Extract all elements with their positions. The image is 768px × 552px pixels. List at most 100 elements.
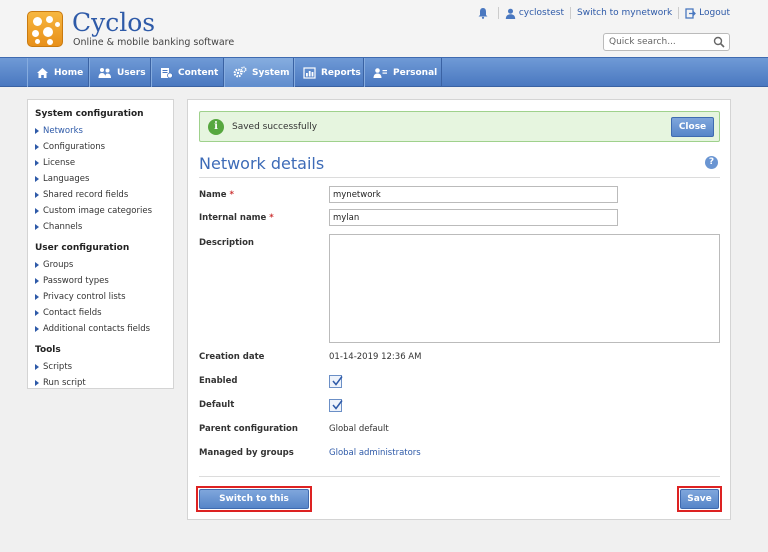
sidebar-item-channels[interactable]: Channels xyxy=(35,219,166,235)
internal-name-label: Internal name * xyxy=(199,213,274,223)
arrow-right-icon xyxy=(35,380,39,386)
sidebar-item-label: License xyxy=(43,158,76,168)
sidebar-item-run-script[interactable]: Run script xyxy=(35,375,166,391)
sidebar-item-configurations[interactable]: Configurations xyxy=(35,139,166,155)
logout-icon xyxy=(685,7,697,19)
sidebar-item-label: Shared record fields xyxy=(43,190,129,200)
arrow-right-icon xyxy=(35,208,39,214)
nav-reports[interactable]: Reports xyxy=(294,58,364,87)
arrow-right-icon xyxy=(35,176,39,182)
user-icon xyxy=(505,8,516,19)
sidebar-item-custom-image-categories[interactable]: Custom image categories xyxy=(35,203,166,219)
sidebar-item-label: Groups xyxy=(43,260,74,270)
sidebar-item-label: Password types xyxy=(43,276,109,286)
sidebar-item-label: Languages xyxy=(43,174,90,184)
main-nav: Home Users Content System Reports Person… xyxy=(0,57,768,87)
app-title: Cyclos xyxy=(72,8,156,37)
sidebar-item-label: Channels xyxy=(43,222,83,232)
arrow-right-icon xyxy=(35,278,39,284)
creation-date-value: 01-14-2019 12:36 AM xyxy=(329,352,422,362)
help-icon[interactable]: ? xyxy=(705,156,718,169)
logout-link[interactable]: Logout xyxy=(685,7,730,19)
default-checkbox[interactable] xyxy=(329,399,343,412)
sidebar-item-label: Networks xyxy=(43,126,83,136)
nav-users-label: Users xyxy=(117,67,146,78)
nav-personal-label: Personal xyxy=(393,67,438,78)
sidebar-item-contact-fields[interactable]: Contact fields xyxy=(35,305,166,321)
nav-personal[interactable]: Personal xyxy=(364,58,442,87)
parent-configuration-label: Parent configuration xyxy=(199,424,298,434)
sidebar-item-label: Contact fields xyxy=(43,308,102,318)
nav-reports-label: Reports xyxy=(321,67,361,78)
header: Cyclos Online & mobile banking software … xyxy=(0,0,768,57)
close-button[interactable]: Close xyxy=(671,117,714,137)
description-label: Description xyxy=(199,238,254,248)
sidebar-item-label: Privacy control lists xyxy=(43,292,126,302)
sidebar-item-password-types[interactable]: Password types xyxy=(35,273,166,289)
sidebar-item-privacy-control-lists[interactable]: Privacy control lists xyxy=(35,289,166,305)
name-field[interactable] xyxy=(329,186,618,203)
switch-network-link[interactable]: Switch to mynetwork xyxy=(577,8,672,18)
checkmark-icon xyxy=(332,400,343,410)
arrow-right-icon xyxy=(35,262,39,268)
sidebar: System configuration Networks Configurat… xyxy=(27,99,174,389)
users-icon xyxy=(98,67,111,78)
bell-icon xyxy=(478,8,488,19)
sidebar-item-label: Run script xyxy=(43,378,86,388)
nav-system[interactable]: System xyxy=(224,58,294,87)
sidebar-item-label: Scripts xyxy=(43,362,73,372)
sidebar-item-license[interactable]: License xyxy=(35,155,166,171)
arrow-right-icon xyxy=(35,144,39,150)
nav-system-label: System xyxy=(252,67,290,78)
search-icon[interactable] xyxy=(713,36,725,48)
nav-home[interactable]: Home xyxy=(27,58,89,87)
sidebar-item-label: Configurations xyxy=(43,142,106,152)
description-field[interactable] xyxy=(329,234,720,343)
managed-by-groups-link[interactable]: Global administrators xyxy=(329,448,421,458)
actions-divider xyxy=(199,476,720,477)
nav-users[interactable]: Users xyxy=(89,58,151,87)
sidebar-heading-tools: Tools xyxy=(35,345,61,355)
save-button[interactable]: Save xyxy=(680,489,719,509)
quick-search-input[interactable] xyxy=(604,34,709,50)
username: cyclostest xyxy=(518,8,565,18)
arrow-right-icon xyxy=(35,192,39,198)
nav-content[interactable]: Content xyxy=(151,58,224,87)
nav-content-label: Content xyxy=(178,67,219,78)
nav-home-label: Home xyxy=(54,67,84,78)
sidebar-item-networks[interactable]: Networks xyxy=(35,123,166,139)
home-icon xyxy=(37,67,48,78)
parent-configuration-value: Global default xyxy=(329,424,389,434)
arrow-right-icon xyxy=(35,326,39,332)
top-links: cyclostest Switch to mynetwork Logout xyxy=(477,7,730,19)
sidebar-item-shared-record-fields[interactable]: Shared record fields xyxy=(35,187,166,203)
arrow-right-icon xyxy=(35,364,39,370)
internal-name-field[interactable] xyxy=(329,209,618,226)
sidebar-item-label: Custom image categories xyxy=(43,206,152,216)
checkmark-icon xyxy=(332,376,343,386)
user-link[interactable]: cyclostest xyxy=(505,8,564,19)
arrow-right-icon xyxy=(35,294,39,300)
app-subtitle: Online & mobile banking software xyxy=(73,37,235,48)
enabled-checkbox[interactable] xyxy=(329,375,343,388)
personal-icon xyxy=(373,67,387,78)
main-panel: i Saved successfully Close Network detai… xyxy=(187,99,731,522)
sidebar-heading-system: System configuration xyxy=(35,109,144,119)
sidebar-item-scripts[interactable]: Scripts xyxy=(35,359,166,375)
arrow-right-icon xyxy=(35,160,39,166)
page-title: Network details xyxy=(199,154,325,173)
cyclos-logo-icon[interactable] xyxy=(27,11,63,47)
sidebar-item-languages[interactable]: Languages xyxy=(35,171,166,187)
alert-message: Saved successfully xyxy=(232,122,318,132)
notifications-bell[interactable] xyxy=(477,7,492,19)
logout-label: Logout xyxy=(699,8,730,18)
sidebar-item-additional-contacts-fields[interactable]: Additional contacts fields xyxy=(35,321,166,337)
sidebar-item-groups[interactable]: Groups xyxy=(35,257,166,273)
arrow-right-icon xyxy=(35,128,39,134)
quick-search xyxy=(603,33,730,51)
switch-to-network-button[interactable]: Switch to this network xyxy=(199,489,309,522)
content-icon xyxy=(161,67,173,78)
creation-date-label: Creation date xyxy=(199,352,265,362)
arrow-right-icon xyxy=(35,310,39,316)
sidebar-item-label: Additional contacts fields xyxy=(43,324,151,334)
